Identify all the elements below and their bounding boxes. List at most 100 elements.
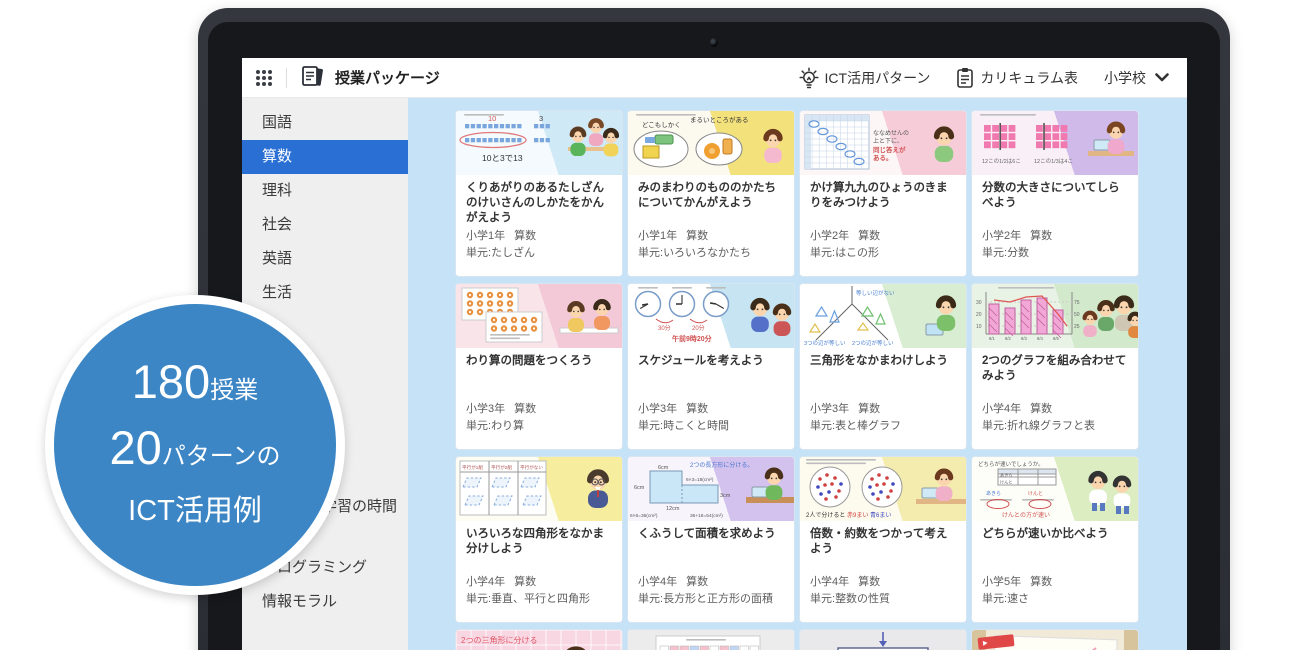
illustration-kuku: ななめせんの上と下に、 同じ答えがある。 (800, 111, 966, 175)
lesson-card-unit: いろいろなかたち (663, 247, 751, 259)
svg-text:3: 3 (539, 114, 543, 123)
lesson-card-2[interactable]: どこもしかく まるいところがある みのまわりのもののかたちについてかんがえよう … (627, 110, 795, 277)
lesson-card-8[interactable]: 30 75 20 50 10 25 8/1 8/2 8/3 8/4 8/5 2つ… (971, 283, 1139, 450)
nav-curriculum[interactable]: カリキュラム表 (956, 67, 1078, 88)
chevron-down-icon (1155, 73, 1169, 82)
lesson-card-partial-2[interactable]: 1 2 3 4 5 6 7 8 9 10 11 12 13 14 15 16 1… (627, 629, 795, 650)
lesson-card-unit: 時こくと時間 (663, 420, 729, 432)
lesson-card-unit: 分数 (1007, 247, 1029, 259)
sidebar-item-4[interactable]: 英語 (242, 242, 408, 276)
lesson-card-unit: わり算 (491, 420, 524, 432)
sidebar-item-0[interactable]: 国語 (242, 106, 408, 140)
app-grid-icon[interactable] (254, 68, 274, 88)
lesson-card-grade: 小学2年 (810, 230, 849, 242)
illustration-shapes: どこもしかく まるいところがある (628, 111, 794, 175)
illustration-clocks: 30分20分 午前9時20分 (628, 284, 794, 348)
lesson-card-title: どちらが速いか比べよう (982, 527, 1128, 542)
badge-line-2: 20パターンの (109, 421, 280, 487)
lightbulb-icon (799, 67, 819, 89)
svg-text:けんと: けんと (1028, 491, 1043, 497)
svg-text:10と3で13: 10と3で13 (482, 153, 523, 163)
lesson-card-10[interactable]: 2つの長方形に分ける。 6cm 6cm 3cm 12cm 6×3=18(cm²)… (627, 456, 795, 623)
lesson-card-subject: 算数 (1030, 576, 1052, 588)
svg-text:3cm: 3cm (720, 493, 731, 499)
lesson-card-grade: 小学4年 (810, 576, 849, 588)
content-area: 103 10と3で13 くりあがりのあるたしざんのけいさんのしかたをかんがえよう… (408, 98, 1187, 650)
svg-text:午前9時20分: 午前9時20分 (672, 334, 712, 343)
lesson-card-partial-3[interactable]: かけられる数が○○になるよ (799, 629, 967, 650)
svg-text:ある。: ある。 (873, 153, 893, 162)
lesson-card-grade: 小学4年 (638, 576, 677, 588)
svg-text:平行が2組: 平行が2組 (491, 464, 512, 471)
lesson-card-11[interactable]: 2人で分けると 赤9まい 青6まい 倍数・約数をつかって考えよう 小学4年算数 … (799, 456, 967, 623)
lesson-card-unit: 整数の性質 (835, 593, 890, 605)
lesson-card-partial-4[interactable] (971, 629, 1139, 650)
lesson-card-7[interactable]: 等しい辺がない 3つの辺が等しい2つの辺が等しい 三角形をなかまわけしよう 小学… (799, 283, 967, 450)
illustration-blocks: 103 10と3で13 (456, 111, 622, 175)
sidebar-item-2[interactable]: 理科 (242, 174, 408, 208)
svg-text:20分: 20分 (692, 324, 705, 332)
lesson-card-3[interactable]: ななめせんの上と下に、 同じ答えがある。 かけ算九九のひょうのきまりをみつけよう… (799, 110, 967, 277)
illustration-triangles: 等しい辺がない 3つの辺が等しい2つの辺が等しい (800, 284, 966, 348)
illustration-area: 2つの長方形に分ける。 6cm 6cm 3cm 12cm 6×3=18(cm²)… (628, 457, 794, 521)
lesson-card-unit-label: 単元: (466, 593, 491, 605)
svg-text:平行がない: 平行がない (520, 464, 543, 471)
illustration-p-triangle: 2つの三角形に分ける (456, 630, 622, 650)
lesson-card-9[interactable]: 平行が1組 平行が2組 平行がない いろいろな四角形をなかま分けしよう 小学4年… (455, 456, 623, 623)
lesson-card-subject: 算数 (1030, 403, 1052, 415)
sidebar-item-1[interactable]: 算数 (242, 140, 408, 174)
lesson-card-4[interactable]: 12この1/2は6こ12この1/3は4こ 分数の大きさについてしらべよう 小学2… (971, 110, 1139, 277)
illustration-p-flow: かけられる数が○○になるよ (800, 630, 966, 650)
svg-text:20: 20 (976, 312, 982, 318)
lesson-card-unit-label: 単元: (466, 247, 491, 259)
lesson-card-meta: 小学3年算数 単元:わり算 (466, 401, 612, 449)
lesson-card-title: 三角形をなかまわけしよう (810, 354, 956, 369)
nav-ict-pattern[interactable]: ICT活用パターン (799, 67, 931, 89)
lesson-card-unit-label: 単元: (638, 247, 663, 259)
lesson-card-title: 分数の大きさについてしらべよう (982, 181, 1128, 211)
app-screen: 授業パッケージ ICT活用パターン (242, 58, 1187, 650)
lesson-card-partial-1[interactable]: 2つの三角形に分ける (455, 629, 623, 650)
lesson-card-meta: 小学5年算数 単元:速さ (982, 574, 1128, 622)
lesson-card-grade: 小学1年 (638, 230, 677, 242)
svg-text:けんとの方が速い: けんとの方が速い (1002, 511, 1050, 519)
lesson-card-meta: 小学3年算数 単元:時こくと時間 (638, 401, 784, 449)
sidebar-item-5[interactable]: 生活 (242, 276, 408, 310)
lesson-card-unit-label: 単元: (638, 593, 663, 605)
svg-text:12cm: 12cm (666, 506, 680, 512)
lesson-card-unit-label: 単元: (982, 420, 1007, 432)
lesson-card-meta: 小学4年算数 単元:垂直、平行と四角形 (466, 574, 612, 622)
svg-text:上と下に、: 上と下に、 (873, 137, 903, 145)
illustration-fraction: 12この1/2は6こ12この1/3は4こ (972, 111, 1138, 175)
lesson-card-unit: はこの形 (835, 247, 879, 259)
clipboard-icon (956, 67, 974, 88)
lesson-card-subject: 算数 (858, 576, 880, 588)
lesson-card-unit-label: 単元: (810, 247, 835, 259)
lesson-card-meta: 小学4年算数 単元:長方形と正方形の面積 (638, 574, 784, 622)
svg-text:3つの辺が等しい: 3つの辺が等しい (804, 339, 846, 347)
illustration-graph: 30 75 20 50 10 25 8/1 8/2 8/3 8/4 8/5 (972, 284, 1138, 348)
lesson-card-12[interactable]: どちらが速いでしょうか。 あきらけんと あきらけんと けんとの方が速い どちらが… (971, 456, 1139, 623)
lesson-card-subject: 算数 (514, 576, 536, 588)
lesson-card-grade: 小学3年 (810, 403, 849, 415)
svg-text:50: 50 (1074, 312, 1080, 318)
lesson-card-grade: 小学4年 (982, 403, 1021, 415)
webcam-dot (710, 38, 718, 47)
sidebar-item-3[interactable]: 社会 (242, 208, 408, 242)
lesson-card-unit: 長方形と正方形の面積 (663, 593, 773, 605)
badge-line-3: ICT活用例 (128, 487, 262, 535)
svg-text:ななめせんの: ななめせんの (873, 130, 909, 137)
lesson-card-subject: 算数 (858, 230, 880, 242)
school-selector[interactable]: 小学校 (1104, 68, 1169, 88)
lesson-card-6[interactable]: 30分20分 午前9時20分 スケジュールを考えよう 小学3年算数 単元:時こく… (627, 283, 795, 450)
lesson-card-title: みのまわりのもののかたちについてかんがえよう (638, 181, 784, 211)
divider (286, 68, 287, 88)
sidebar-item-8[interactable]: 情報モラル (242, 585, 408, 619)
lesson-card-1[interactable]: 103 10と3で13 くりあがりのあるたしざんのけいさんのしかたをかんがえよう… (455, 110, 623, 277)
lesson-card-meta: 小学2年算数 単元:はこの形 (810, 228, 956, 276)
lesson-card-grade: 小学1年 (466, 230, 505, 242)
svg-text:2つの三角形に分ける: 2つの三角形に分ける (461, 635, 537, 645)
svg-text:25: 25 (1074, 324, 1080, 330)
illustration-dots: 2人で分けると 赤9まい 青6まい (800, 457, 966, 521)
lesson-card-5[interactable]: わり算の問題をつくろう 小学3年算数 単元:わり算 (455, 283, 623, 450)
